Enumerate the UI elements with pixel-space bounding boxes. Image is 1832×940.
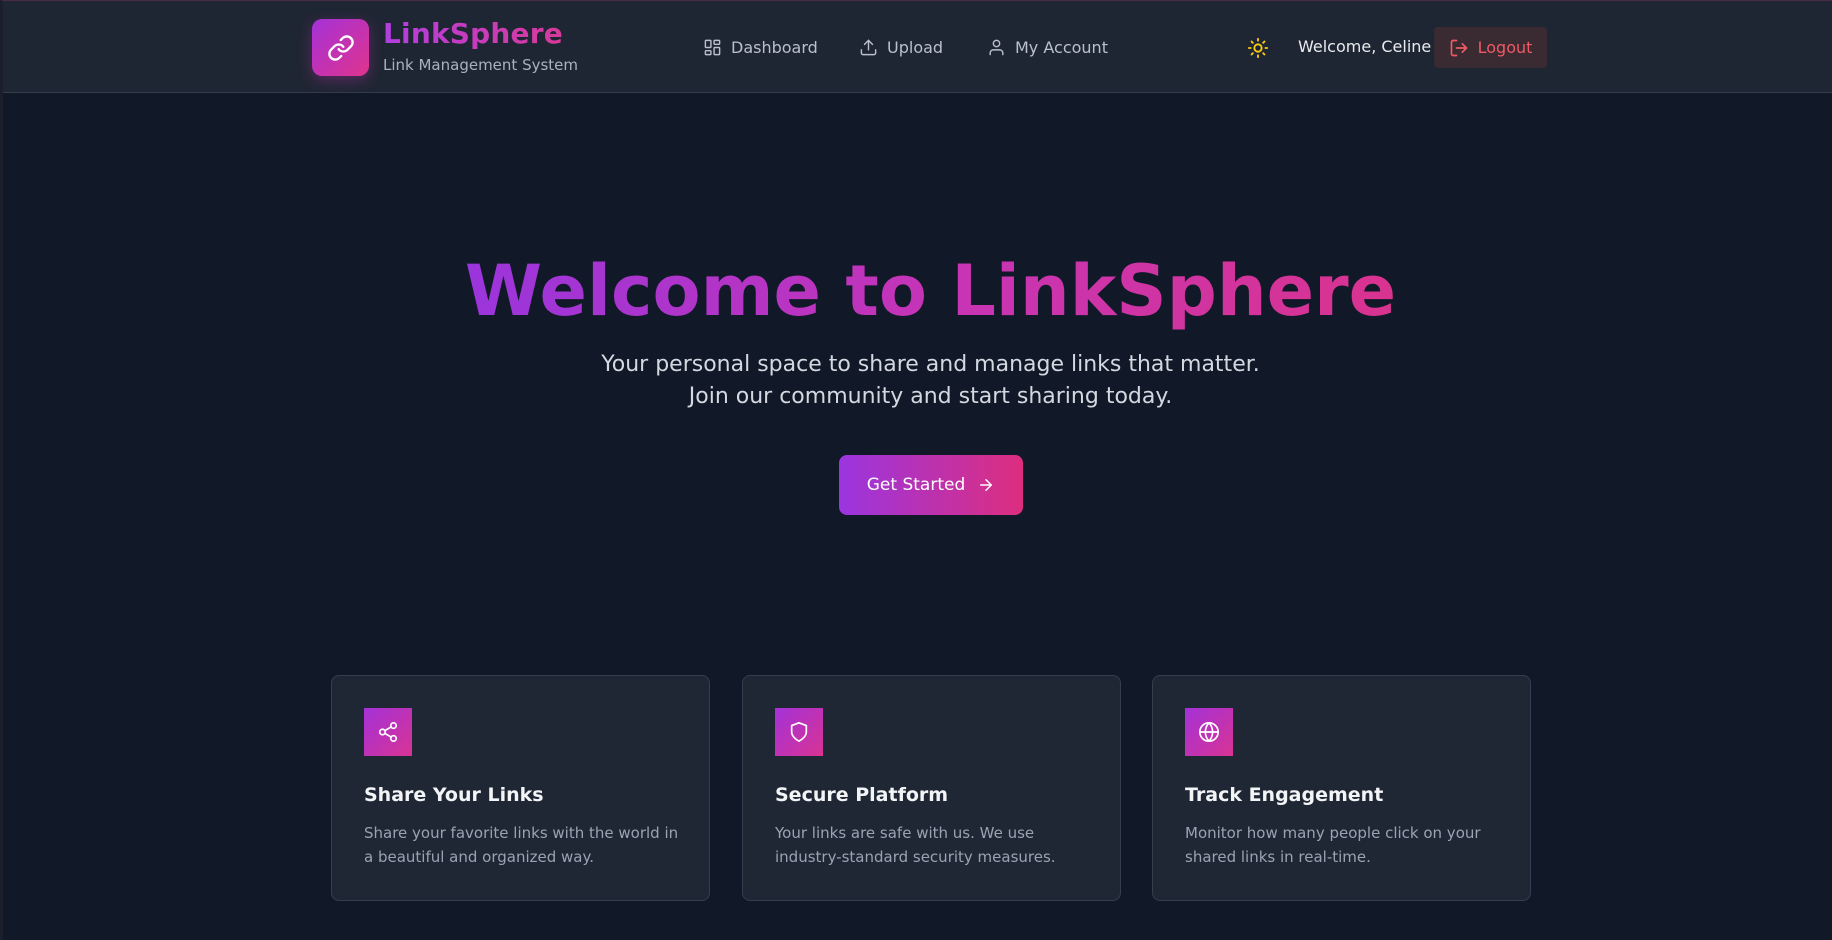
feature-description: Your links are safe with us. We use indu… — [775, 824, 1056, 866]
feature-icon-box — [364, 708, 412, 756]
arrow-right-icon — [980, 479, 993, 491]
nav-my-account-label: My Account — [1015, 37, 1108, 57]
top-header: LinkSphere Link Management System Dashbo… — [3, 1, 1832, 93]
nav-dashboard[interactable]: Dashboard — [703, 35, 818, 59]
hero-subtitle-line1: Your personal space to share and manage … — [601, 352, 1260, 377]
nav-upload[interactable]: Upload — [859, 35, 943, 59]
feature-title: Secure Platform — [775, 784, 949, 806]
logout-button[interactable]: Logout — [1434, 27, 1547, 68]
logout-icon — [1450, 39, 1467, 56]
upload-icon — [860, 39, 877, 55]
share-icon — [378, 722, 398, 742]
hero-title: Welcome to LinkSphere — [3, 246, 1832, 336]
theme-toggle-button[interactable] — [1246, 36, 1270, 60]
feature-card-share: Share Your Links Share your favorite lin… — [331, 675, 710, 901]
nav-upload-label: Upload — [887, 37, 944, 57]
user-icon — [989, 39, 1004, 55]
feature-title: Share Your Links — [364, 784, 544, 806]
sun-icon — [1247, 37, 1269, 59]
feature-description: Share your favorite links with the world… — [364, 824, 679, 866]
shield-icon — [790, 722, 808, 742]
nav-my-account[interactable]: My Account — [987, 35, 1108, 59]
logout-label: Logout — [1477, 38, 1533, 57]
link-icon — [327, 34, 354, 61]
logo[interactable] — [312, 19, 369, 76]
feature-card-track: Track Engagement Monitor how many people… — [1152, 675, 1531, 901]
hero-title-text: Welcome to LinkSphere — [464, 250, 1397, 332]
brand-name[interactable]: LinkSphere — [383, 17, 563, 50]
hero-subtitle-line2: Join our community and start sharing tod… — [688, 384, 1173, 409]
brand-tagline: Link Management System — [383, 56, 578, 74]
globe-icon — [1199, 722, 1219, 742]
nav-dashboard-label: Dashboard — [731, 37, 818, 57]
feature-icon-box — [775, 708, 823, 756]
feature-title: Track Engagement — [1185, 784, 1384, 806]
feature-description: Monitor how many people click on your sh… — [1185, 824, 1481, 866]
get-started-label: Get Started — [866, 475, 966, 495]
dashboard-icon — [704, 39, 721, 55]
feature-card-secure: Secure Platform Your links are safe with… — [742, 675, 1121, 901]
feature-icon-box — [1185, 708, 1233, 756]
get-started-button[interactable]: Get Started — [839, 455, 1023, 515]
welcome-user-text: Welcome, Celine — [1298, 37, 1432, 56]
